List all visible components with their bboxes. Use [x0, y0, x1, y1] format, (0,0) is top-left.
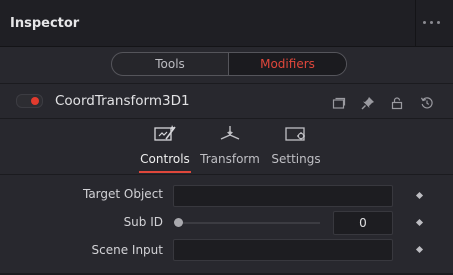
tab-settings-label: Settings — [271, 152, 321, 166]
sub-id-label: Sub ID — [123, 215, 163, 229]
tools-modifiers-bar: Tools Modifiers — [0, 47, 453, 84]
target-object-keyframe-icon[interactable] — [415, 191, 424, 200]
settings-icon — [269, 124, 323, 148]
inspector-tabs: Controls Transform Settings — [0, 118, 453, 175]
target-object-label: Target Object — [82, 187, 163, 201]
toggle-knob — [31, 97, 39, 105]
inspector-header: Inspector — [0, 0, 453, 47]
controls-form: Target Object Sub ID 0 Scene Input — [0, 175, 453, 275]
node-enable-toggle[interactable] — [16, 94, 43, 108]
versions-icon[interactable] — [332, 95, 346, 109]
transform-icon — [199, 124, 261, 148]
lock-icon[interactable] — [390, 95, 404, 110]
tab-transform-label: Transform — [200, 152, 260, 166]
modifiers-tab-button[interactable]: Modifiers — [229, 53, 346, 75]
tools-modifiers-switch: Tools Modifiers — [111, 52, 347, 76]
tab-settings[interactable]: Settings — [269, 124, 323, 166]
node-name: CoordTransform3D1 — [55, 93, 190, 109]
sub-id-slider-track[interactable] — [180, 222, 320, 224]
tab-transform[interactable]: Transform — [199, 124, 261, 166]
header-divider — [415, 0, 416, 46]
controls-icon — [137, 124, 193, 148]
pin-icon[interactable] — [361, 95, 375, 110]
tools-tab-button[interactable]: Tools — [112, 53, 229, 75]
sub-id-value-field[interactable]: 0 — [333, 211, 393, 235]
target-object-field[interactable] — [173, 185, 393, 207]
tab-controls[interactable]: Controls — [137, 124, 193, 173]
tab-controls-label: Controls — [140, 152, 190, 166]
scene-input-field[interactable] — [173, 239, 393, 261]
node-header: CoordTransform3D1 — [0, 84, 453, 119]
scene-input-keyframe-icon[interactable] — [415, 245, 424, 254]
panel-title: Inspector — [10, 16, 80, 31]
sub-id-keyframe-icon[interactable] — [415, 218, 424, 227]
scene-input-label: Scene Input — [91, 243, 163, 257]
more-horizontal-icon[interactable] — [423, 21, 440, 24]
reset-icon[interactable] — [420, 95, 434, 109]
sub-id-slider-handle[interactable] — [174, 218, 183, 227]
active-tab-indicator — [139, 171, 191, 173]
